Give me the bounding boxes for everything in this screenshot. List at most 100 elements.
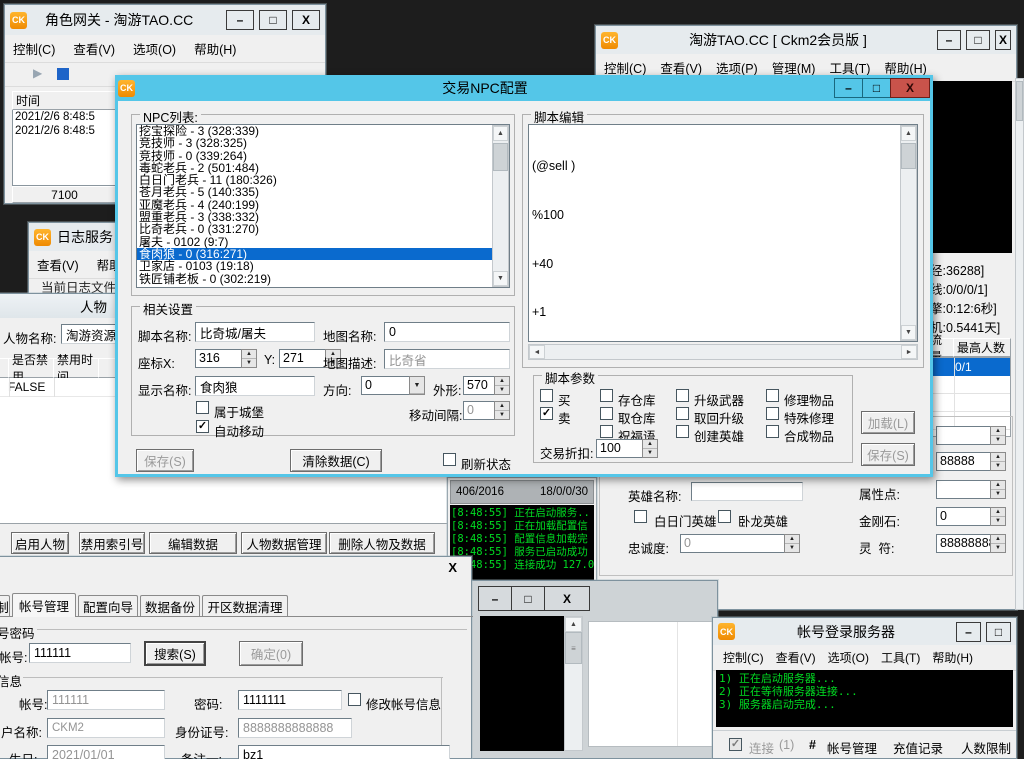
- script-editor[interactable]: (@sell ) %100 +40 +1 [@main] 您来这里卖肉吗？\ \…: [528, 124, 918, 342]
- rune-spinner[interactable]: 88888888▲▼: [936, 534, 1006, 553]
- player-limit-link[interactable]: 人数限制: [961, 738, 1011, 757]
- sell-checkbox[interactable]: ✓: [540, 407, 553, 420]
- map-name-input[interactable]: 0: [384, 322, 510, 342]
- connect-checkbox[interactable]: ✓: [729, 738, 742, 751]
- table-row[interactable]: [927, 394, 1010, 412]
- auto-move-checkbox[interactable]: ✓: [196, 420, 209, 433]
- main-window-scrollbar[interactable]: [1015, 78, 1024, 610]
- direction-dropdown[interactable]: 0▼: [361, 376, 425, 395]
- create-hero-checkbox[interactable]: [676, 425, 689, 438]
- tab-account-manage[interactable]: 帐号管理: [12, 593, 76, 617]
- castle-checkbox[interactable]: [196, 401, 209, 414]
- npc-list-item[interactable]: 铁匠铺老板 - 0 (302:219): [137, 273, 509, 285]
- store-warehouse-checkbox[interactable]: [600, 389, 613, 402]
- id-number-input[interactable]: 8888888888888: [238, 718, 352, 738]
- info-account-input[interactable]: 111111: [47, 690, 165, 710]
- loyalty-spinner[interactable]: 0▲▼: [680, 534, 800, 553]
- spin-value[interactable]: [936, 426, 990, 445]
- column-header-disable-time[interactable]: 禁用时间: [53, 358, 99, 378]
- maximize-button[interactable]: □: [966, 30, 990, 50]
- scroll-down-icon[interactable]: ▼: [493, 271, 508, 286]
- baiymen-hero-checkbox[interactable]: [634, 510, 647, 523]
- birthday-input[interactable]: 2021/01/01: [47, 745, 165, 759]
- edit-data-button[interactable]: 编辑数据: [149, 532, 237, 554]
- scroll-thumb[interactable]: ≡: [565, 632, 582, 664]
- spin-value[interactable]: 570: [463, 376, 494, 395]
- tab-config-wizard[interactable]: 配置向导: [78, 595, 138, 617]
- retrieve-upgrade-checkbox[interactable]: [676, 407, 689, 420]
- npc-list-scrollbar[interactable]: ▲ ▼: [492, 125, 509, 287]
- small-console-output[interactable]: [480, 616, 564, 751]
- maximize-button[interactable]: □: [862, 78, 891, 98]
- scroll-up-icon[interactable]: ▲: [565, 617, 582, 632]
- spinner-buttons[interactable]: ▲▼: [990, 426, 1006, 445]
- table-row-selected[interactable]: 0/1: [927, 358, 1010, 376]
- menu-view[interactable]: 查看(V): [37, 255, 79, 274]
- npc-list-item[interactable]: 苍月老兵 - 5 (140:335): [137, 186, 509, 198]
- spin-value[interactable]: 100: [596, 439, 642, 458]
- hero-field-spinner[interactable]: 88888▲▼: [936, 452, 1006, 471]
- enable-character-button[interactable]: 启用人物: [11, 532, 69, 554]
- special-repair-checkbox[interactable]: [766, 407, 779, 420]
- spinner-buttons[interactable]: ▲▼: [642, 439, 658, 458]
- repair-item-checkbox[interactable]: [766, 389, 779, 402]
- column-header-disabled[interactable]: 是否禁用: [8, 358, 54, 378]
- tab-data-backup[interactable]: 数据备份: [140, 595, 200, 617]
- load-button[interactable]: 加载(L): [861, 411, 915, 434]
- menu-options[interactable]: 选项(O): [828, 649, 869, 666]
- move-interval-spinner[interactable]: 0▲▼: [463, 401, 510, 420]
- small-console-scrollbar[interactable]: ▲ ≡: [564, 616, 583, 751]
- blessing-checkbox[interactable]: [600, 425, 613, 438]
- close-button[interactable]: X: [544, 586, 590, 611]
- compose-item-checkbox[interactable]: [766, 425, 779, 438]
- trade-discount-spinner[interactable]: 100▲▼: [596, 439, 658, 458]
- close-button[interactable]: X: [890, 78, 930, 98]
- login-console[interactable]: 1) 正在启动服务器... 2) 正在等待服务器连接... 3) 服务器启动完成…: [716, 670, 1013, 727]
- spin-value[interactable]: 0: [463, 401, 494, 420]
- menu-control[interactable]: 控制(C): [13, 39, 55, 58]
- npc-listbox[interactable]: 挖宝探险 - 3 (328:339) 竞技师 - 3 (328:325) 竞技师…: [136, 124, 510, 288]
- coord-x-spinner[interactable]: 316▲▼: [195, 349, 257, 368]
- login-titlebar[interactable]: CK 帐号登录服务器 – □: [713, 618, 1016, 645]
- tab-zone-clean[interactable]: 开区数据清理: [202, 595, 288, 617]
- spin-value[interactable]: 316: [195, 349, 241, 368]
- scroll-thumb[interactable]: [493, 143, 508, 171]
- hero-name-input[interactable]: [691, 482, 803, 501]
- spinner-buttons[interactable]: ▲▼: [990, 452, 1006, 471]
- script-hscrollbar[interactable]: ◄ ►: [528, 344, 918, 360]
- menu-control[interactable]: 控制(C): [723, 649, 764, 666]
- save-script-button[interactable]: 保存(S): [861, 443, 915, 466]
- npc-list-item[interactable]: 卫家店 - 0103 (19:18): [137, 260, 509, 272]
- clear-data-button[interactable]: 清除数据(C): [290, 449, 382, 472]
- small-console-list[interactable]: [588, 621, 716, 747]
- spinner-buttons[interactable]: ▲▼: [784, 534, 800, 553]
- delete-character-button[interactable]: 删除人物及数据: [329, 532, 435, 554]
- close-icon[interactable]: X: [448, 560, 457, 575]
- start-icon[interactable]: ▶: [33, 66, 42, 80]
- spinner-buttons[interactable]: ▲▼: [241, 349, 257, 368]
- menu-view[interactable]: 查看(V): [73, 39, 115, 58]
- menu-help[interactable]: 帮助(H): [932, 649, 973, 666]
- minimize-button[interactable]: –: [834, 78, 863, 98]
- confirm-button[interactable]: 确定(0): [239, 641, 303, 666]
- maximize-button[interactable]: □: [259, 10, 287, 30]
- attr-points-spinner[interactable]: ▲▼: [936, 480, 1006, 499]
- main-titlebar[interactable]: CK 淘游TAO.CC [ Ckm2会员版 ] – □ X: [596, 26, 1016, 54]
- username-input[interactable]: CKM2: [47, 718, 165, 738]
- minimize-button[interactable]: –: [937, 30, 961, 50]
- menu-tools[interactable]: 工具(T): [881, 649, 920, 666]
- dropdown-value[interactable]: 0: [361, 376, 409, 395]
- spin-value[interactable]: [936, 480, 990, 499]
- spinner-buttons[interactable]: ▲▼: [990, 534, 1006, 553]
- minimize-button[interactable]: –: [478, 586, 512, 611]
- take-warehouse-checkbox[interactable]: [600, 407, 613, 420]
- account-search-input[interactable]: 111111: [29, 643, 131, 663]
- stop-icon[interactable]: [57, 68, 69, 80]
- diamond-spinner[interactable]: 0▲▼: [936, 507, 1006, 526]
- menu-help[interactable]: 帮助(H): [194, 39, 236, 58]
- spin-value[interactable]: 0: [680, 534, 784, 553]
- minimize-button[interactable]: –: [956, 622, 981, 642]
- table-row[interactable]: [927, 376, 1010, 394]
- spinner-buttons[interactable]: ▲▼: [990, 480, 1006, 499]
- upgrade-weapon-checkbox[interactable]: [676, 389, 689, 402]
